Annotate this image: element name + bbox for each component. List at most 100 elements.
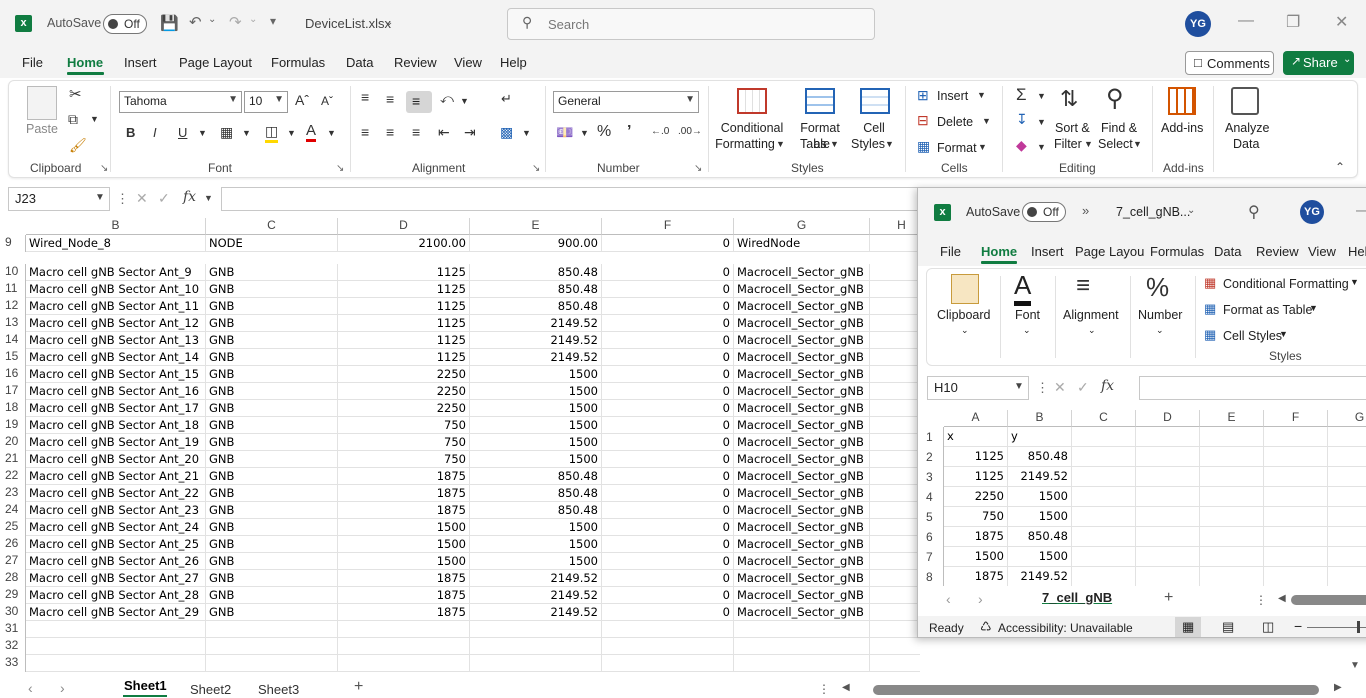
second-user-avatar[interactable]: YG [1300, 200, 1324, 224]
second-cell-b[interactable]: 850.48 [1008, 447, 1072, 467]
cell-h[interactable] [870, 315, 920, 332]
cell-g[interactable] [734, 655, 870, 672]
second-cell-f[interactable] [1264, 467, 1328, 487]
cell-f[interactable]: 0 [602, 519, 734, 536]
accessibility-status[interactable]: Accessibility: Unavailable [998, 621, 1133, 635]
row-header[interactable]: 9 [0, 235, 26, 252]
cell-h[interactable] [870, 468, 920, 485]
second-number-label[interactable]: Number [1138, 307, 1182, 323]
worksheet-grid[interactable]: B C D E F G H 9 Wired_Node_8 NODE 2100.00 90… [0, 218, 920, 672]
second-cell-e[interactable] [1200, 507, 1264, 527]
borders-dropdown-icon[interactable]: ▼ [242, 128, 251, 138]
cell-c[interactable]: GNB [206, 485, 338, 502]
analyze-data-label-1[interactable]: Analyze [1225, 120, 1269, 136]
cell-e[interactable]: 850.48 [470, 281, 602, 298]
cell-g[interactable]: Macrocell_Sector_gNB [734, 400, 870, 417]
cell-d[interactable]: 1500 [338, 553, 470, 570]
format-cells-label[interactable]: Format [937, 140, 977, 156]
cell-b[interactable]: Macro cell gNB Sector Ant_13 [26, 332, 206, 349]
merge-center-icon[interactable]: ▩ [500, 124, 513, 141]
row-header[interactable]: 13 [0, 315, 26, 332]
filename-chevron-icon[interactable]: ⌄ [385, 17, 393, 28]
paste-label[interactable]: Paste [26, 121, 58, 137]
second-cell-f[interactable] [1264, 567, 1328, 586]
second-sheets-left-icon[interactable]: ‹ [946, 591, 951, 607]
cell-d[interactable]: 750 [338, 451, 470, 468]
cell-f[interactable]: 0 [602, 349, 734, 366]
second-enter-icon[interactable]: ✓ [1077, 379, 1089, 396]
second-add-sheet-icon[interactable]: + [1164, 589, 1173, 607]
cell-b[interactable]: Macro cell gNB Sector Ant_12 [26, 315, 206, 332]
cell-g[interactable]: Macrocell_Sector_gNB [734, 264, 870, 281]
cell-c[interactable]: GNB [206, 383, 338, 400]
redo-dropdown-icon[interactable]: ⌄ [249, 14, 257, 25]
find-select-label-1[interactable]: Find & [1101, 120, 1137, 136]
cell-h[interactable] [870, 235, 920, 252]
copy-icon[interactable]: ⧉ [68, 111, 78, 128]
second-cell-e[interactable] [1200, 487, 1264, 507]
cell-e[interactable]: 850.48 [470, 485, 602, 502]
second-column-header-a[interactable]: A [944, 410, 1008, 427]
second-cell-e[interactable] [1200, 547, 1264, 567]
cell-g[interactable]: Macrocell_Sector_gNB [734, 349, 870, 366]
cell-h[interactable] [870, 383, 920, 400]
cell-d[interactable]: 1125 [338, 315, 470, 332]
tab-review[interactable]: Review [394, 55, 437, 70]
cell-c[interactable]: GNB [206, 264, 338, 281]
hscroll-left-icon[interactable]: ◀ [842, 682, 850, 693]
wrap-text-icon[interactable]: ↵ [501, 91, 512, 107]
add-sheet-icon[interactable]: + [354, 678, 363, 696]
cell-f[interactable]: 0 [602, 332, 734, 349]
column-header-b[interactable]: B [26, 218, 206, 235]
cell-b[interactable]: Macro cell gNB Sector Ant_9 [26, 264, 206, 281]
cell-c[interactable]: GNB [206, 587, 338, 604]
cell-b[interactable]: Macro cell gNB Sector Ant_19 [26, 434, 206, 451]
tab-file[interactable]: File [22, 55, 43, 70]
second-row-header[interactable]: 7 [918, 547, 944, 567]
paste-icon[interactable] [27, 86, 57, 120]
second-tab-data[interactable]: Data [1214, 244, 1241, 259]
cell-g[interactable]: Macrocell_Sector_gNB [734, 451, 870, 468]
add-ins-label[interactable]: Add-ins [1161, 120, 1203, 136]
second-column-header-f[interactable]: F [1264, 410, 1328, 427]
align-center-icon[interactable]: ≡ [386, 124, 394, 140]
autosave-toggle[interactable]: Off [103, 14, 147, 34]
clipboard-launcher-icon[interactable]: ↘ [100, 163, 108, 174]
undo-dropdown-icon[interactable]: ⌄ [208, 14, 216, 25]
cell-styles-icon[interactable] [860, 88, 890, 114]
cell-e[interactable]: 1500 [470, 536, 602, 553]
alignment-launcher-icon[interactable]: ↘ [532, 163, 540, 174]
row-header[interactable]: 31 [0, 621, 26, 638]
cell-h[interactable] [870, 570, 920, 587]
add-ins-icon[interactable] [1168, 87, 1196, 115]
cell-c[interactable]: GNB [206, 451, 338, 468]
cell-c[interactable]: GNB [206, 570, 338, 587]
second-cancel-icon[interactable]: ✕ [1054, 379, 1066, 396]
cell-f[interactable]: 0 [602, 536, 734, 553]
font-launcher-icon[interactable]: ↘ [336, 163, 344, 174]
cell-c[interactable]: GNB [206, 468, 338, 485]
decrease-font-icon[interactable]: Aˇ [321, 94, 333, 108]
cell-e[interactable]: 2149.52 [470, 315, 602, 332]
cell-b[interactable]: Macro cell gNB Sector Ant_23 [26, 502, 206, 519]
tab-home[interactable]: Home [67, 55, 103, 70]
clear-icon[interactable]: ◆ [1016, 137, 1027, 154]
cell-d[interactable]: 750 [338, 417, 470, 434]
tab-page-layout[interactable]: Page Layout [179, 55, 252, 70]
cell-d[interactable]: 1500 [338, 519, 470, 536]
cell-e[interactable]: 2149.52 [470, 570, 602, 587]
row-header[interactable]: 33 [0, 655, 26, 672]
cell-h[interactable] [870, 264, 920, 281]
cell-b[interactable]: Macro cell gNB Sector Ant_17 [26, 400, 206, 417]
second-hscroll-left-icon[interactable]: ◀ [1278, 593, 1286, 604]
cell-g[interactable]: Macrocell_Sector_gNB [734, 553, 870, 570]
comma-style-icon[interactable]: ’ [627, 123, 631, 141]
cell-c[interactable]: GNB [206, 400, 338, 417]
second-cell-d[interactable] [1136, 467, 1200, 487]
column-header-c[interactable]: C [206, 218, 338, 235]
scroll-sheets-left-icon[interactable]: ‹ [28, 680, 33, 696]
cell-g[interactable]: Macrocell_Sector_gNB [734, 468, 870, 485]
conditional-formatting-label-2[interactable]: Formatting [712, 136, 778, 152]
cell-e[interactable]: 1500 [470, 383, 602, 400]
cell-g[interactable]: Macrocell_Sector_gNB [734, 502, 870, 519]
